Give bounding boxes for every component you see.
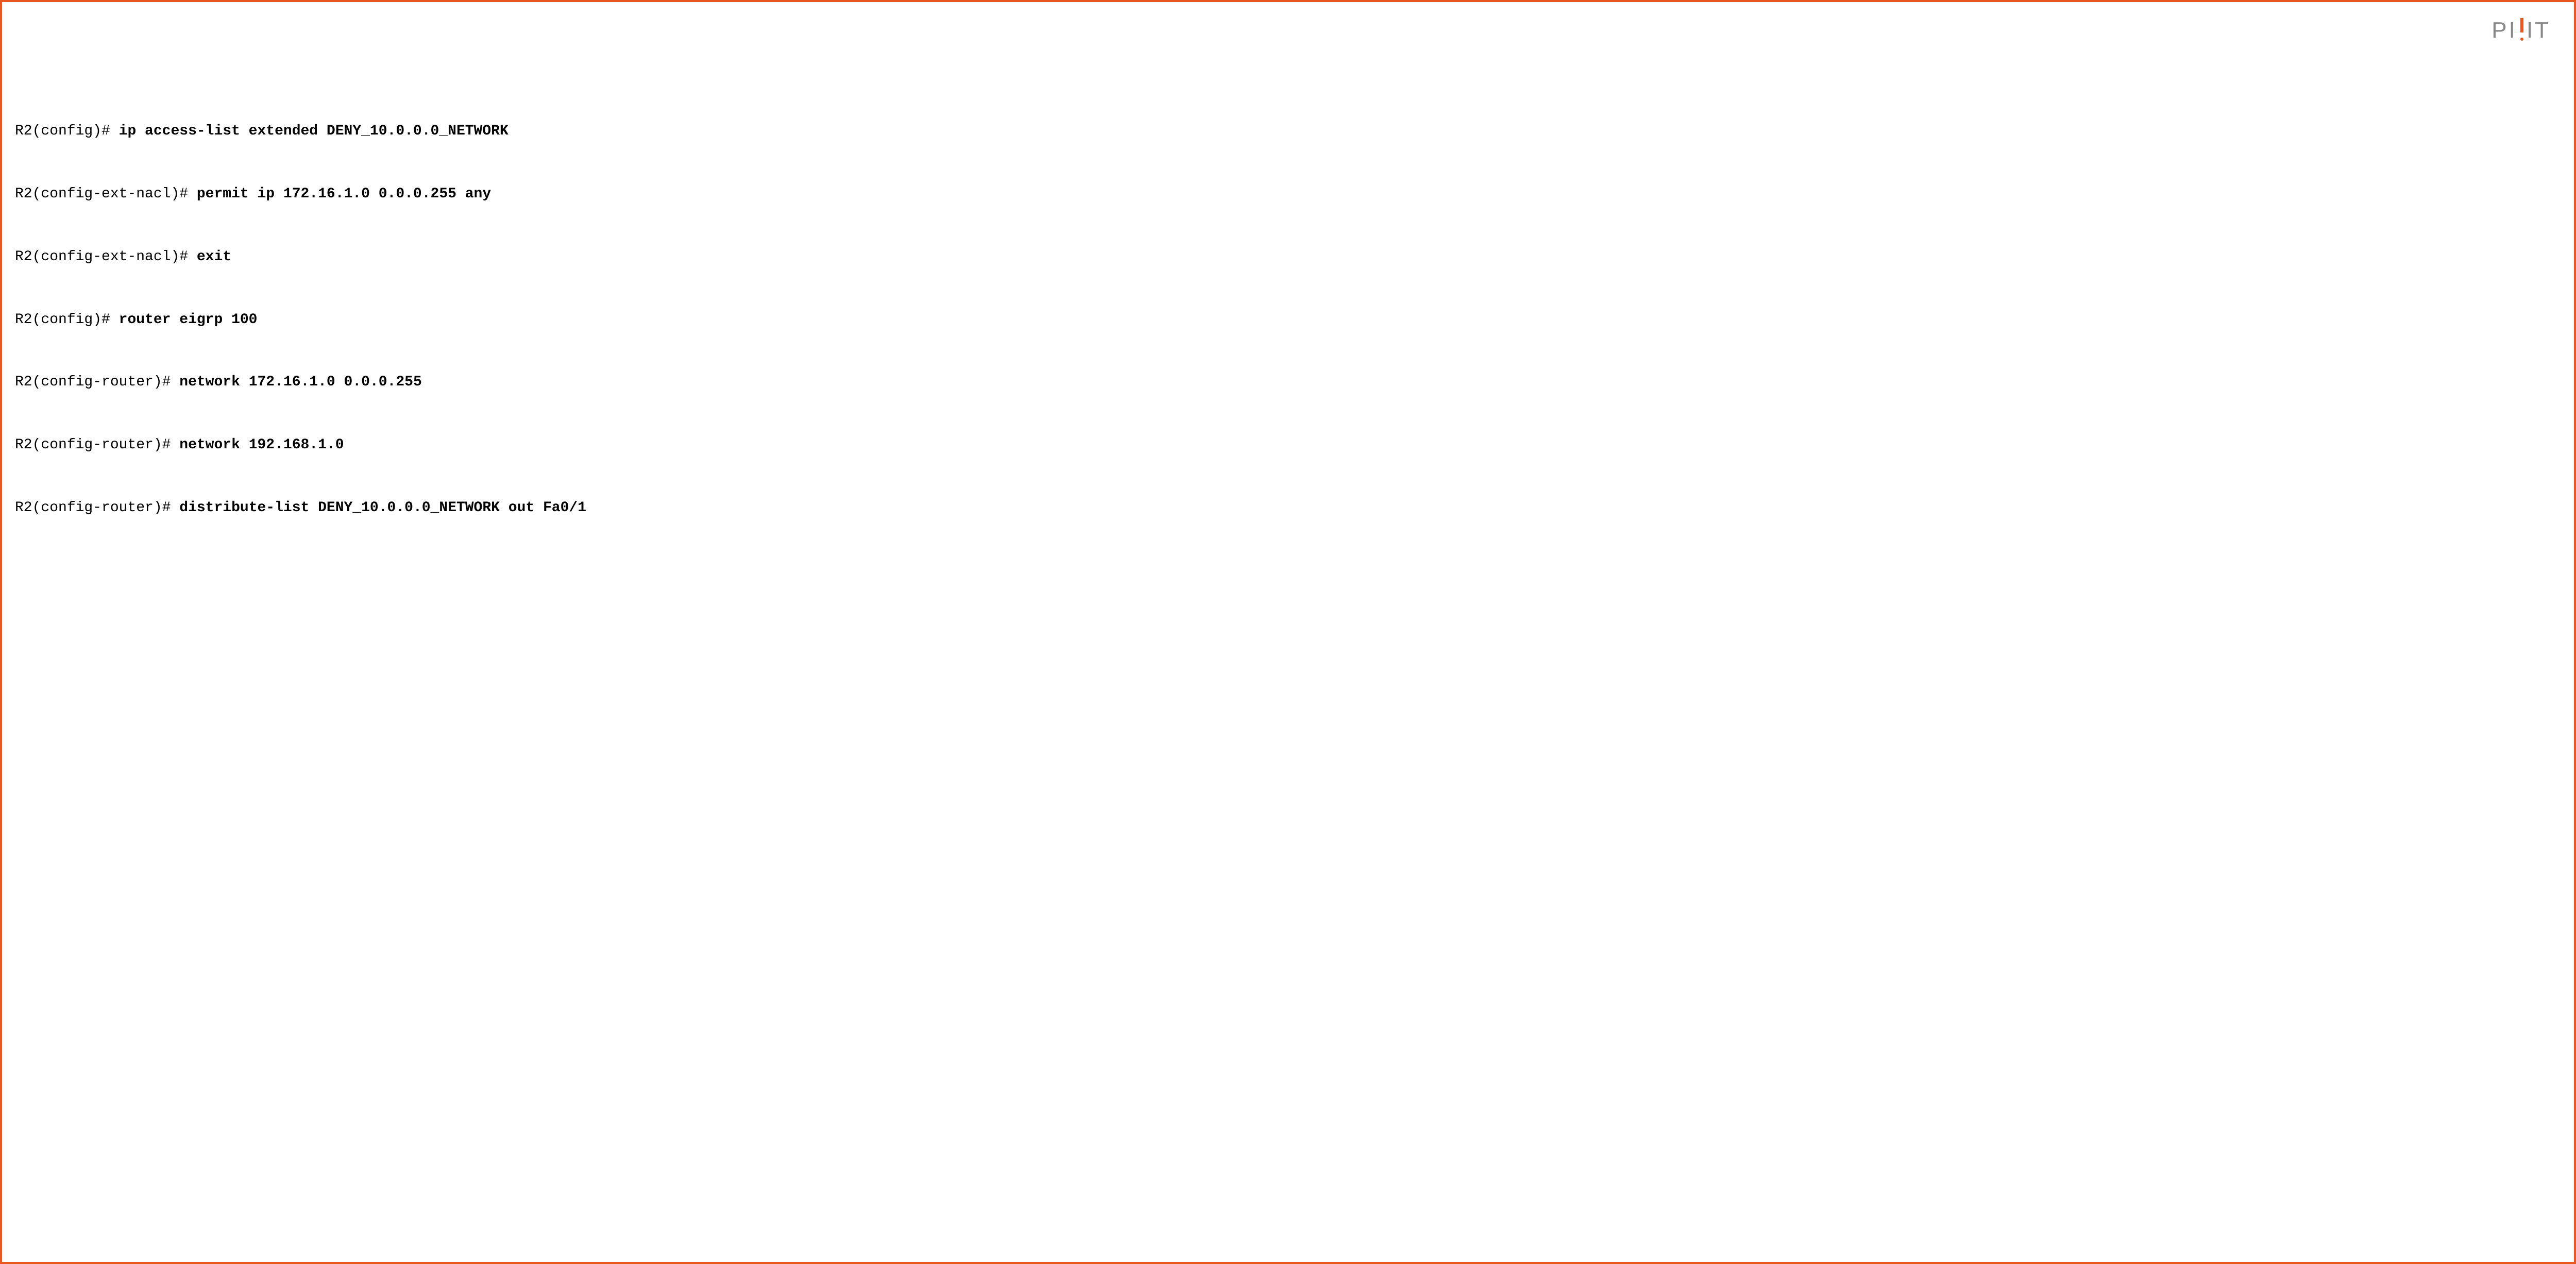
logo-letter-p: P [2492,18,2509,43]
terminal-line: R2(config)# ip access-list extended DENY… [15,121,2561,142]
terminal-line: R2(config-router)# network 192.168.1.0 [15,435,2561,456]
logo-letter-i2: I [2527,18,2535,43]
logo-letter-v-icon [2517,18,2527,43]
terminal-output: R2(config)# ip access-list extended DENY… [15,79,2561,561]
terminal-line: R2(config)# router eigrp 100 [15,310,2561,331]
logo-letter-i1: I [2509,18,2517,43]
terminal-line: R2(config-router)# distribute-list DENY_… [15,498,2561,519]
terminal-container: PIIT R2(config)# ip access-list extended… [0,0,2576,1264]
terminal-line: R2(config-router)# network 172.16.1.0 0.… [15,372,2561,393]
terminal-prompt: R2(config-ext-nacl)# [15,249,197,265]
terminal-prompt: R2(config-router)# [15,437,179,453]
terminal-line: R2(config-ext-nacl)# exit [15,247,2561,268]
terminal-command: permit ip 172.16.1.0 0.0.0.255 any [197,186,491,202]
terminal-command: ip access-list extended DENY_10.0.0.0_NE… [119,123,509,139]
terminal-prompt: R2(config)# [15,312,119,328]
pivit-logo: PIIT [2492,18,2551,43]
terminal-line: R2(config-ext-nacl)# permit ip 172.16.1.… [15,184,2561,205]
terminal-prompt: R2(config-router)# [15,374,179,390]
terminal-prompt: R2(config-router)# [15,500,179,516]
terminal-prompt: R2(config)# [15,123,119,139]
terminal-prompt: R2(config-ext-nacl)# [15,186,197,202]
terminal-command: network 192.168.1.0 [179,437,344,453]
terminal-command: distribute-list DENY_10.0.0.0_NETWORK ou… [179,500,586,516]
terminal-command: exit [197,249,231,265]
terminal-command: router eigrp 100 [119,312,258,328]
terminal-command: network 172.16.1.0 0.0.0.255 [179,374,421,390]
logo-letter-t: T [2535,18,2551,43]
